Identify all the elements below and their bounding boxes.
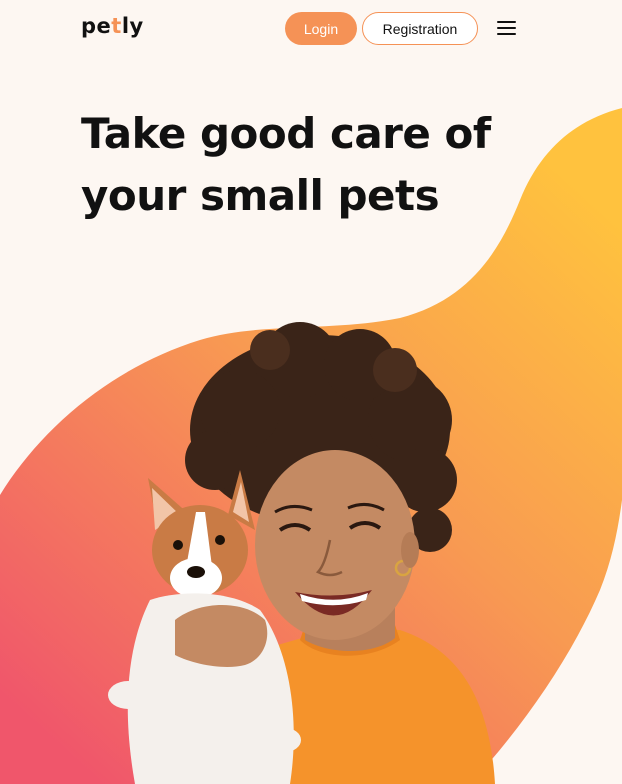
logo-accent-letter: t xyxy=(111,14,122,38)
logo-suffix: ly xyxy=(121,14,144,38)
registration-button[interactable]: Registration xyxy=(362,12,478,45)
login-button[interactable]: Login xyxy=(285,12,357,45)
petly-logo[interactable]: pe t ly xyxy=(81,14,144,38)
site-header: pe t ly Login Registration xyxy=(0,0,622,56)
hero-title-line-1: Take good care of xyxy=(81,109,491,158)
logo-prefix: pe xyxy=(81,14,112,38)
home-page: pe t ly Login Registration Take good care … xyxy=(0,0,622,784)
hamburger-menu-icon[interactable] xyxy=(496,18,518,38)
hero-title: Take good care of your small pets xyxy=(81,103,501,227)
hero-title-line-2: your small pets xyxy=(81,171,440,220)
